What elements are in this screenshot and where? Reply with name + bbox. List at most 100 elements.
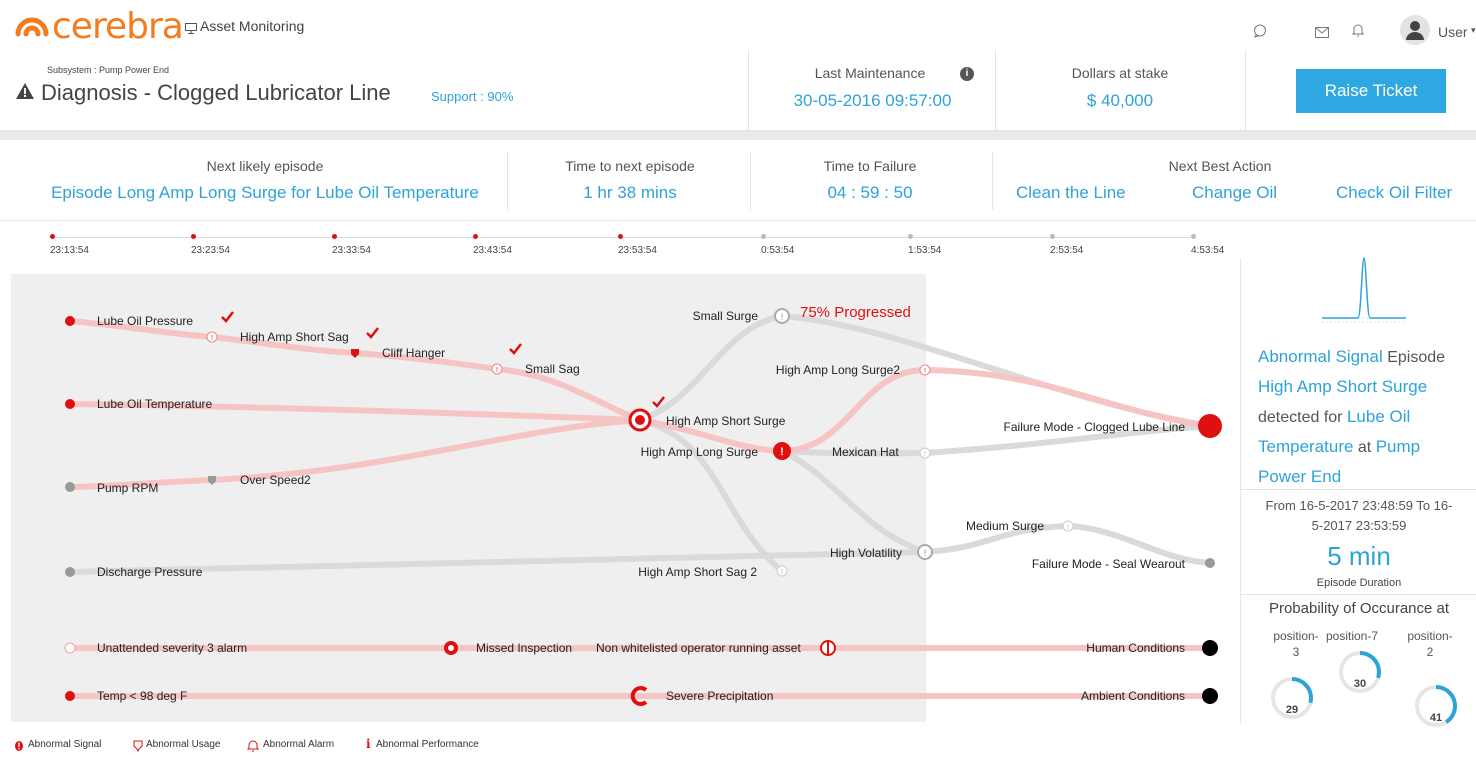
signal-node-icon[interactable]: ! bbox=[919, 364, 931, 376]
usage-node-icon[interactable] bbox=[351, 349, 359, 358]
svg-text:!: ! bbox=[211, 335, 213, 342]
timeline-tick-label: 23:13:54 bbox=[50, 245, 89, 256]
time-next-episode-label: Time to next episode bbox=[565, 158, 695, 174]
lube-oil-pressure-node[interactable] bbox=[65, 316, 75, 326]
small-surge-node[interactable]: ! bbox=[774, 308, 790, 324]
svg-text:!: ! bbox=[781, 569, 783, 576]
dollars-label: Dollars at stake bbox=[1071, 65, 1169, 81]
signal-node-icon[interactable]: ! bbox=[776, 565, 788, 577]
divider bbox=[748, 50, 749, 130]
time-next-episode-value: 1 hr 38 mins bbox=[583, 183, 677, 202]
check-icon bbox=[221, 311, 234, 323]
timeline-marker[interactable] bbox=[618, 234, 623, 239]
mail-icon[interactable] bbox=[1315, 25, 1329, 43]
node-label: Over Speed2 bbox=[240, 473, 311, 487]
abnormal-usage-icon bbox=[132, 739, 144, 757]
action-check-oil-filter[interactable]: Check Oil Filter bbox=[1336, 183, 1452, 203]
signal-node-icon[interactable]: ! bbox=[919, 447, 931, 459]
source-label: Lube Oil Pressure bbox=[97, 314, 193, 328]
discharge-pressure-node[interactable] bbox=[65, 567, 75, 577]
episode-time-range: From 16-5-2017 23:48:59 To 16- 5-2017 23… bbox=[1244, 496, 1474, 536]
lube-oil-temperature-node[interactable] bbox=[65, 399, 75, 409]
warning-icon bbox=[16, 83, 34, 104]
timeline-tick-label: 2:53:54 bbox=[1050, 245, 1084, 256]
signal-node-icon[interactable]: ! bbox=[206, 331, 218, 343]
subsystem-name[interactable]: Power End bbox=[1258, 467, 1341, 486]
gauge-label-line: 2 bbox=[1426, 645, 1434, 659]
kpi-row: Next likely episode Episode Long Amp Lon… bbox=[0, 140, 1476, 221]
raise-ticket-button[interactable]: Raise Ticket bbox=[1296, 69, 1446, 113]
gauge-label-line: 3 bbox=[1292, 645, 1300, 659]
bell-icon[interactable] bbox=[1351, 23, 1365, 42]
outcome-label: Failure Mode - Clogged Lube Line bbox=[1004, 420, 1186, 434]
timeline-marker[interactable] bbox=[473, 234, 478, 239]
legend-label: Abnormal Usage bbox=[146, 739, 221, 750]
gauge-label-line: position- bbox=[1407, 629, 1453, 643]
node-label: Non whitelisted operator running asset bbox=[596, 641, 801, 655]
high-amp-short-surge-node[interactable] bbox=[628, 408, 652, 432]
timeline-tick-label: 0:53:54 bbox=[761, 245, 795, 256]
info-icon[interactable]: i bbox=[960, 67, 974, 81]
range-line: 5-2017 23:53:59 bbox=[1311, 518, 1407, 533]
temp-node[interactable] bbox=[65, 691, 75, 701]
timeline: 23:13:54 23:23:54 23:33:54 23:43:54 23:53:54… bbox=[0, 228, 1240, 268]
source-label: Temp < 98 deg F bbox=[97, 689, 187, 703]
node-label: High Amp Long Surge2 bbox=[776, 363, 900, 377]
node-label: Small Sag bbox=[525, 362, 580, 376]
clogged-lube-line-outcome-node[interactable] bbox=[1198, 414, 1222, 438]
high-amp-long-surge-node[interactable]: ! bbox=[773, 442, 791, 460]
node-label: High Amp Short Sag 2 bbox=[638, 565, 757, 579]
usage-node-icon[interactable] bbox=[208, 476, 216, 485]
signal-name[interactable]: Temperature bbox=[1258, 437, 1353, 456]
pump-rpm-node[interactable] bbox=[65, 482, 75, 492]
outcome-label: Ambient Conditions bbox=[1081, 689, 1185, 703]
episode-name[interactable]: High Amp Short Surge bbox=[1258, 377, 1427, 396]
ambient-conditions-node[interactable] bbox=[1202, 688, 1218, 704]
timeline-marker[interactable] bbox=[191, 234, 196, 239]
signal-node-icon[interactable]: ! bbox=[1062, 520, 1074, 532]
episode-flow-graph: ! ! ! ! ! ! ! ! ! Lube Oil Pressure Lube… bbox=[64, 304, 1222, 706]
non-whitelisted-node[interactable] bbox=[820, 640, 836, 656]
probability-gauge[interactable] bbox=[1268, 674, 1316, 727]
subsystem-name[interactable]: Pump bbox=[1376, 437, 1420, 456]
avatar[interactable] bbox=[1400, 15, 1430, 45]
signal-type[interactable]: Abnormal Signal bbox=[1258, 347, 1383, 366]
unattended-alarm-node[interactable] bbox=[64, 642, 76, 654]
timeline-marker[interactable] bbox=[761, 234, 766, 239]
progress-label: 75% Progressed bbox=[800, 304, 911, 321]
chat-icon[interactable] bbox=[1253, 24, 1267, 43]
missed-inspection-node[interactable] bbox=[444, 641, 458, 655]
gauge-label: position-7 bbox=[1320, 628, 1384, 644]
action-clean-line[interactable]: Clean the Line bbox=[1016, 183, 1126, 203]
source-label: Unattended severity 3 alarm bbox=[97, 641, 247, 655]
high-volatility-node[interactable]: ! bbox=[917, 544, 933, 560]
timeline-marker[interactable] bbox=[1050, 234, 1055, 239]
probability-gauge[interactable] bbox=[1412, 682, 1460, 735]
signal-name[interactable]: Lube Oil bbox=[1347, 407, 1410, 426]
timeline-tick-label: 4:53:54 bbox=[1191, 245, 1225, 256]
svg-text:!: ! bbox=[924, 451, 926, 458]
timeline-marker[interactable] bbox=[332, 234, 337, 239]
brand-logo-text[interactable]: cerebra bbox=[52, 9, 184, 45]
action-change-oil[interactable]: Change Oil bbox=[1192, 183, 1277, 203]
legend-label: Abnormal Performance bbox=[376, 739, 479, 750]
chevron-down-icon[interactable]: ▾ bbox=[1471, 25, 1476, 36]
timeline-tick-label: 23:53:54 bbox=[618, 245, 657, 256]
next-episode-value[interactable]: Episode Long Amp Long Surge for Lube Oil… bbox=[10, 183, 520, 203]
outcome-label: Human Conditions bbox=[1086, 641, 1185, 655]
timeline-marker[interactable] bbox=[50, 234, 55, 239]
svg-text:!: ! bbox=[924, 368, 926, 375]
episode-signal-sparkline bbox=[1322, 254, 1406, 326]
probability-gauge[interactable] bbox=[1336, 648, 1384, 701]
human-conditions-node[interactable] bbox=[1202, 640, 1218, 656]
diagnosis-title: Diagnosis - Clogged Lubricator Line bbox=[41, 80, 391, 105]
divider bbox=[507, 152, 508, 210]
signal-node-icon[interactable]: ! bbox=[491, 363, 503, 375]
svg-text:!: ! bbox=[781, 312, 784, 322]
seal-wearout-outcome-node[interactable] bbox=[1205, 558, 1215, 568]
divider bbox=[1240, 258, 1241, 723]
timeline-marker[interactable] bbox=[908, 234, 913, 239]
user-menu[interactable]: User bbox=[1438, 24, 1468, 40]
node-label: Cliff Hanger bbox=[382, 346, 445, 360]
timeline-marker[interactable] bbox=[1191, 234, 1196, 239]
